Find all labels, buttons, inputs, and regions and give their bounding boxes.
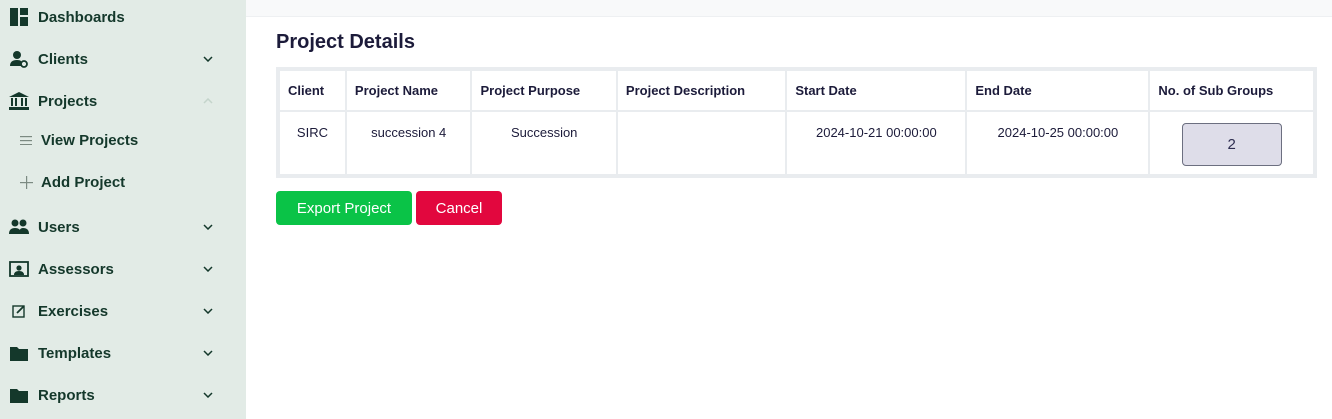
- sidebar-item-label: Exercises: [38, 302, 109, 320]
- folder-icon: [9, 343, 29, 363]
- column-header: Project Description: [615, 69, 788, 112]
- sub-groups-count[interactable]: 2: [1181, 123, 1282, 166]
- sidebar-item-exercises[interactable]: Exercises: [0, 295, 246, 327]
- sidebar-item-label: Projects: [38, 92, 98, 110]
- top-bar: [246, 0, 1332, 17]
- sidebar-item-label: Templates: [38, 344, 112, 362]
- project-details-table: Client Project Name Project Purpose Proj…: [276, 67, 1317, 178]
- user-gear-icon: [9, 49, 29, 69]
- sidebar-subitem-label: View Projects: [41, 131, 139, 149]
- sidebar-subitem-add-project[interactable]: Add Project: [0, 167, 246, 197]
- cell-project-name: succession 4: [344, 110, 473, 176]
- sidebar-item-dashboards[interactable]: Dashboards: [0, 1, 246, 33]
- users-icon: [9, 217, 29, 237]
- chevron-down-icon[interactable]: [201, 388, 215, 402]
- sidebar: Dashboards Clients Projects View Project…: [0, 0, 246, 419]
- page-title: Project Details: [276, 31, 415, 53]
- cancel-button[interactable]: Cancel: [416, 191, 502, 225]
- column-header: Project Purpose: [470, 69, 618, 112]
- sidebar-item-assessors[interactable]: Assessors: [0, 253, 246, 285]
- plus-icon: [19, 175, 33, 189]
- folder-icon: [9, 385, 29, 405]
- chevron-up-icon[interactable]: [201, 94, 215, 108]
- column-header: End Date: [965, 69, 1151, 112]
- table-row: SIRC succession 4 Succession 2024-10-21 …: [278, 110, 1315, 176]
- sidebar-subitem-view-projects[interactable]: View Projects: [0, 125, 246, 155]
- cell-project-description: [615, 110, 788, 176]
- cell-start-date: 2024-10-21 00:00:00: [785, 110, 968, 176]
- column-header: Client: [278, 69, 347, 112]
- cell-end-date: 2024-10-25 00:00:00: [965, 110, 1151, 176]
- chevron-down-icon[interactable]: [201, 220, 215, 234]
- sidebar-item-label: Assessors: [38, 260, 114, 278]
- sidebar-item-reports[interactable]: Reports: [0, 379, 246, 411]
- sidebar-item-label: Dashboards: [38, 8, 125, 26]
- cell-sub-groups: 2: [1148, 110, 1315, 176]
- chevron-down-icon[interactable]: [201, 304, 215, 318]
- sidebar-item-label: Users: [38, 218, 80, 236]
- bank-icon: [9, 91, 29, 111]
- sidebar-item-templates[interactable]: Templates: [0, 337, 246, 369]
- id-card-icon: [9, 259, 29, 279]
- main-content: Project Details Client Project Name Proj…: [246, 0, 1332, 419]
- edit-square-icon: [9, 301, 29, 321]
- chevron-down-icon[interactable]: [201, 346, 215, 360]
- chevron-down-icon[interactable]: [201, 52, 215, 66]
- sidebar-item-label: Clients: [38, 50, 89, 68]
- column-header: No. of Sub Groups: [1148, 69, 1315, 112]
- sidebar-item-projects[interactable]: Projects: [0, 85, 246, 117]
- export-project-button[interactable]: Export Project: [276, 191, 412, 225]
- chevron-down-icon[interactable]: [201, 262, 215, 276]
- column-header: Project Name: [344, 69, 473, 112]
- app-window: Dashboards Clients Projects View Project…: [0, 0, 1332, 419]
- list-icon: [19, 133, 33, 147]
- sidebar-item-clients[interactable]: Clients: [0, 43, 246, 75]
- column-header: Start Date: [785, 69, 968, 112]
- sidebar-item-label: Reports: [38, 386, 95, 404]
- dashboard-icon: [9, 7, 29, 27]
- table-header-row: Client Project Name Project Purpose Proj…: [278, 69, 1315, 112]
- cell-client: SIRC: [278, 110, 347, 176]
- sidebar-subitem-label: Add Project: [41, 173, 126, 191]
- sidebar-item-users[interactable]: Users: [0, 211, 246, 243]
- cell-project-purpose: Succession: [470, 110, 618, 176]
